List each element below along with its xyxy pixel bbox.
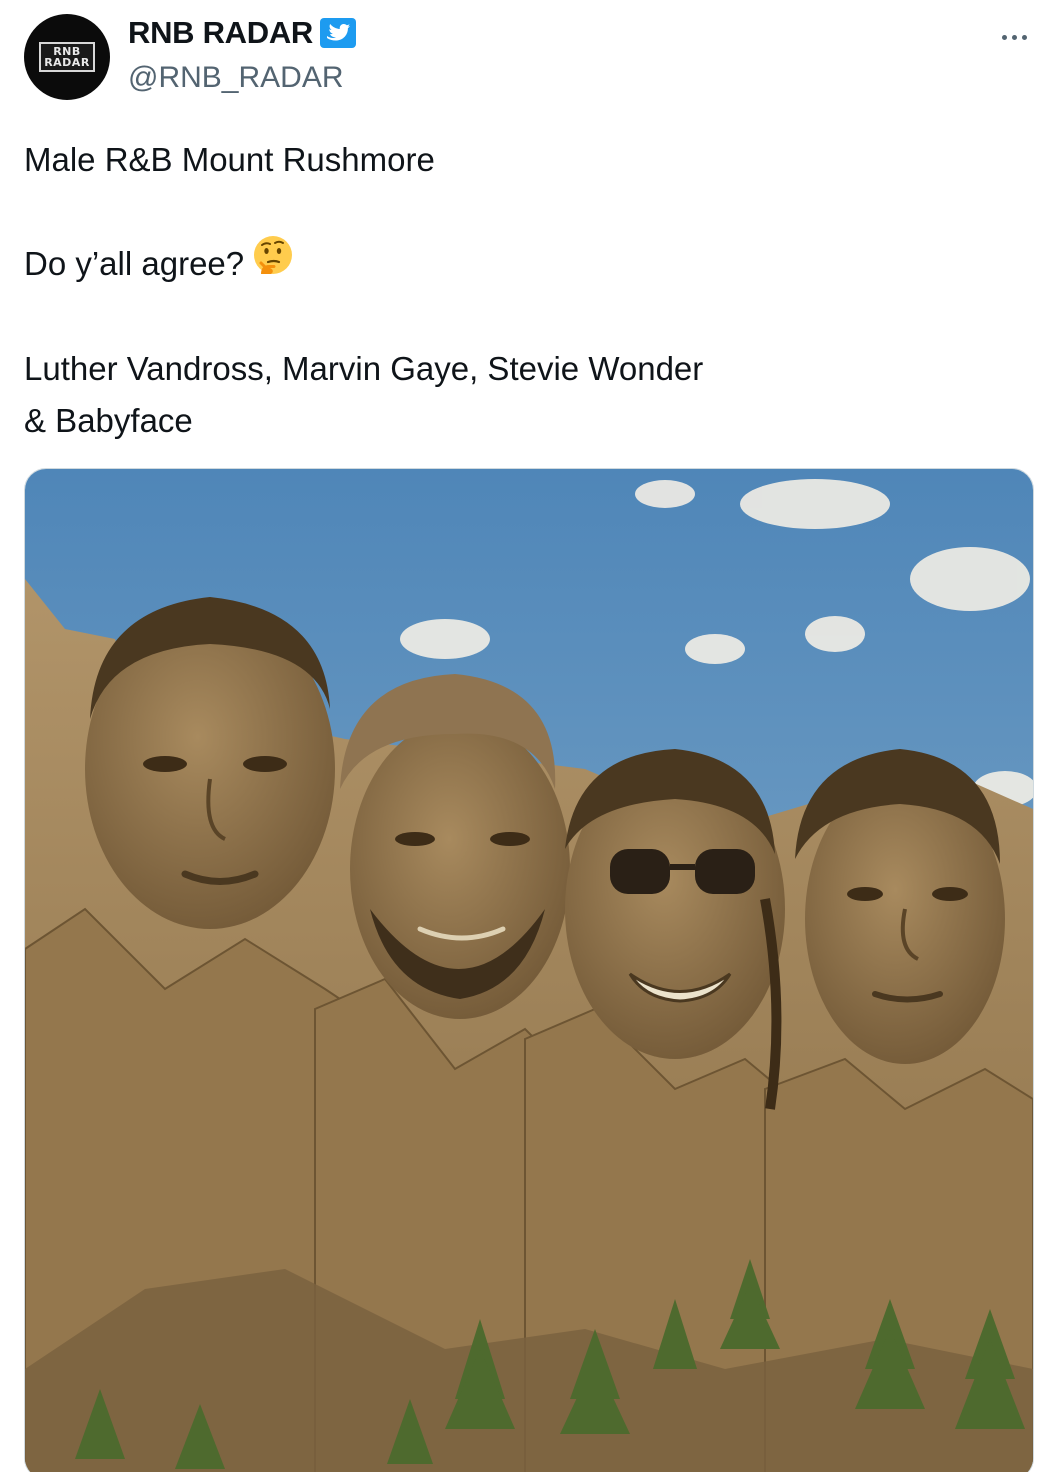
verified-badge-icon (319, 17, 357, 49)
tweet-text-line-3: Luther Vandross, Marvin Gaye, Stevie Won… (24, 349, 704, 439)
author-display-name[interactable]: RNB RADAR (128, 15, 313, 51)
author-handle[interactable]: @RNB_RADAR (128, 61, 344, 95)
tweet-text: Male R&B Mount Rushmore Do y’all agree? … (24, 134, 714, 447)
author-name-row: RNB RADAR (128, 15, 357, 51)
avatar[interactable]: RNB RADAR (24, 14, 110, 100)
tweet-text-line-1: Male R&B Mount Rushmore (24, 141, 435, 178)
face-1 (85, 597, 335, 929)
tweet-question: Do y’all agree? (24, 245, 245, 282)
more-options-icon[interactable] (994, 22, 1034, 52)
thinking-face-emoji (252, 234, 294, 291)
tweet-image[interactable] (24, 468, 1034, 1472)
tweet-text-line-2: Do y’all agree? (24, 235, 714, 291)
avatar-logo-text: RNB RADAR (39, 42, 95, 72)
tweet: RNB RADAR RNB RADAR @RNB_RADAR Male R&B … (0, 0, 1062, 1472)
